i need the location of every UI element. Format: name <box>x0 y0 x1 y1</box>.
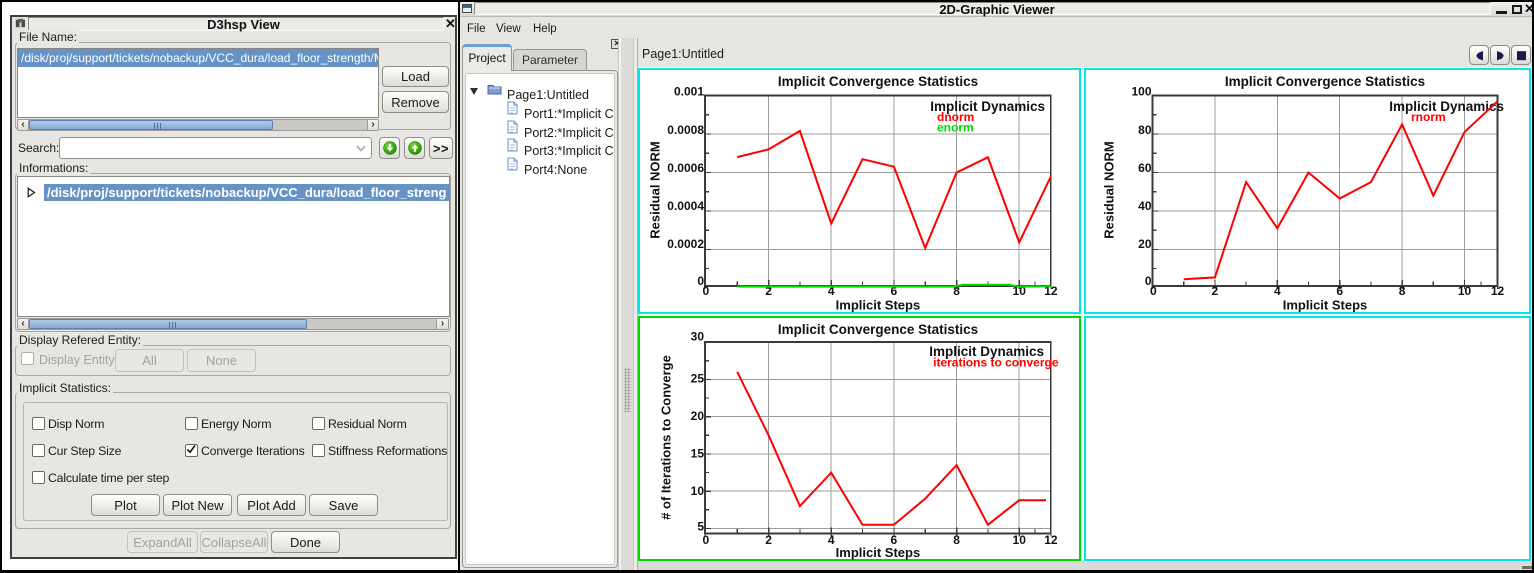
svg-text:Implicit Convergence Statistic: Implicit Convergence Statistics <box>1225 74 1425 89</box>
svg-text:0.001: 0.001 <box>674 84 704 98</box>
svg-text:Implicit Steps: Implicit Steps <box>836 298 921 313</box>
svg-text:0.0008: 0.0008 <box>667 123 704 137</box>
svg-text:25: 25 <box>691 371 705 385</box>
svg-text:Residual NORM: Residual NORM <box>1102 141 1117 239</box>
svg-text:8: 8 <box>1399 284 1406 298</box>
svg-text:8: 8 <box>953 533 960 547</box>
svg-text:0.0002: 0.0002 <box>667 237 704 251</box>
svg-text:0: 0 <box>1150 284 1157 298</box>
svg-text:0: 0 <box>703 284 710 298</box>
svg-text:10: 10 <box>1013 533 1027 547</box>
svg-text:Implicit Steps: Implicit Steps <box>1283 298 1368 313</box>
svg-text:rnorm: rnorm <box>1411 110 1446 124</box>
svg-text:2: 2 <box>765 533 772 547</box>
svg-text:Residual NORM: Residual NORM <box>648 141 663 239</box>
svg-text:2: 2 <box>1212 284 1219 298</box>
svg-text:100: 100 <box>1131 84 1151 98</box>
svg-text:4: 4 <box>1274 284 1281 298</box>
svg-text:6: 6 <box>1336 284 1343 298</box>
svg-text:iterations to converge: iterations to converge <box>933 356 1059 370</box>
svg-text:10: 10 <box>1458 284 1472 298</box>
svg-text:enorm: enorm <box>937 121 974 135</box>
svg-text:20: 20 <box>691 409 705 423</box>
svg-text:40: 40 <box>1138 199 1152 213</box>
svg-text:Implicit Convergence Statistic: Implicit Convergence Statistics <box>778 74 978 89</box>
svg-text:0: 0 <box>703 533 710 547</box>
svg-text:12: 12 <box>1491 284 1505 298</box>
svg-text:Implicit Steps: Implicit Steps <box>836 545 921 560</box>
svg-text:20: 20 <box>1138 237 1152 251</box>
svg-text:60: 60 <box>1138 161 1152 175</box>
svg-text:80: 80 <box>1138 123 1152 137</box>
svg-text:5: 5 <box>697 519 704 533</box>
svg-text:4: 4 <box>828 533 835 547</box>
svg-text:15: 15 <box>691 446 705 460</box>
svg-text:Implicit Convergence Statistic: Implicit Convergence Statistics <box>778 322 978 337</box>
svg-text:10: 10 <box>691 484 705 498</box>
svg-text:# of Iterations to Converge: # of Iterations to Converge <box>659 355 674 520</box>
svg-text:0.0006: 0.0006 <box>667 161 704 175</box>
svg-text:12: 12 <box>1044 533 1058 547</box>
svg-text:30: 30 <box>691 329 705 343</box>
svg-text:0.0004: 0.0004 <box>667 199 704 213</box>
